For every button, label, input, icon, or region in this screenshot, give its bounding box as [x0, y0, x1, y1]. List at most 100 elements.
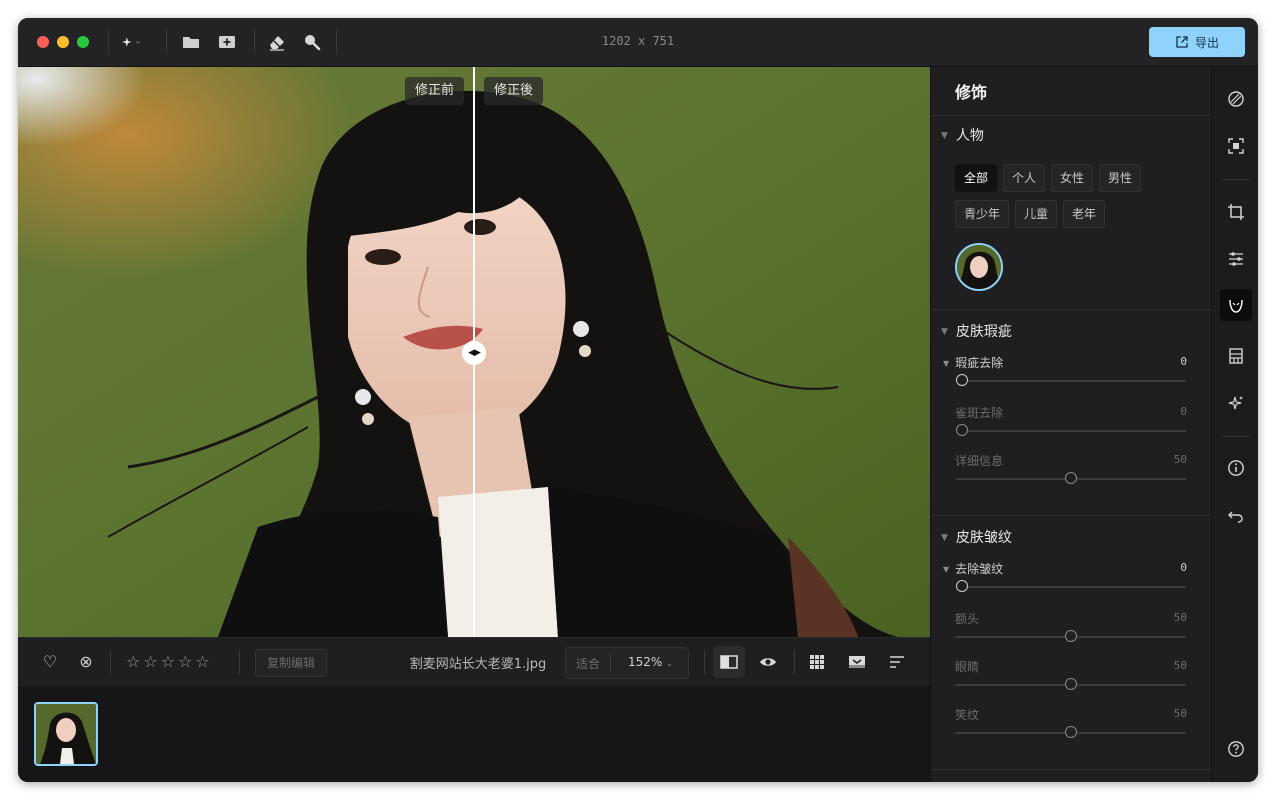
rail-divider: [1222, 179, 1250, 180]
split-drag-handle[interactable]: ◀▶: [462, 341, 486, 365]
chip-child[interactable]: 儿童: [1015, 200, 1058, 228]
slider-blemish-removal-text: 瑕疵去除: [955, 356, 1004, 370]
toolbar-divider: [704, 650, 705, 674]
slider-detail-value: 50: [1173, 453, 1187, 466]
tool-rail: [1211, 67, 1258, 782]
adjust-sliders-icon[interactable]: [1224, 247, 1248, 271]
chip-teen[interactable]: 青少年: [955, 200, 1010, 228]
divider: [931, 769, 1211, 770]
divider: [931, 515, 1211, 516]
chip-female[interactable]: 女性: [1051, 164, 1094, 192]
thumbnail-image: [36, 704, 96, 764]
reject-icon[interactable]: ⊗: [76, 652, 96, 672]
toolbar-divider: [794, 650, 795, 674]
info-icon[interactable]: [1224, 456, 1248, 480]
caret-down-icon: ▼: [941, 131, 948, 141]
app-window: 1202 x 751 导出 修正前 修正後 ◀▶ ♡ ⊗ ☆☆☆☆☆ 复制编辑 …: [18, 18, 1258, 782]
layers-icon[interactable]: [1224, 87, 1248, 111]
retouch-panel: 修饰 ▼ 人物 全部 个人 女性 男性 青少年 儿童 老年 ▼ 皮肤瑕疵 ▼ 瑕疵去除…: [930, 67, 1211, 782]
panel-title: 修饰: [955, 83, 988, 102]
zoom-value[interactable]: 152% ⌄: [628, 655, 673, 669]
before-label: 修正前: [405, 77, 465, 105]
caret-down-icon: ▼: [941, 533, 948, 543]
heart-icon[interactable]: ♡: [40, 652, 60, 672]
undo-icon[interactable]: [1224, 505, 1248, 529]
slider-wrinkle-removal-value: 0: [1180, 561, 1187, 574]
crop-icon[interactable]: [1224, 200, 1248, 224]
slider-freckle-removal-label: 雀斑去除: [955, 406, 1004, 420]
zoom-fit-button[interactable]: 适合: [576, 655, 600, 672]
toolbar-divider: [110, 650, 111, 674]
bottom-toolbar: ♡ ⊗ ☆☆☆☆☆ 复制编辑 割麦网站长大老婆1.jpg 适合 152% ⌄: [18, 637, 930, 687]
eye-icon[interactable]: [758, 652, 778, 672]
slider-smile-lines-knob[interactable]: [1065, 726, 1077, 738]
image-canvas[interactable]: 修正前 修正後 ◀▶: [18, 67, 930, 637]
slider-blemish-removal-label[interactable]: ▼ 瑕疵去除: [943, 354, 1003, 371]
caret-down-icon: ▼: [943, 359, 950, 368]
face-image: [957, 245, 1001, 289]
split-compare-button[interactable]: [713, 646, 745, 678]
magic-icon[interactable]: [1224, 391, 1248, 415]
slider-wrinkle-removal-knob[interactable]: [956, 580, 968, 592]
select-subject-icon[interactable]: [1224, 134, 1248, 158]
slider-eyes-knob[interactable]: [1065, 678, 1077, 690]
divider: [931, 115, 1211, 116]
chip-male[interactable]: 男性: [1099, 164, 1142, 192]
slider-forehead-label: 额头: [955, 612, 980, 626]
caret-down-icon: ▼: [943, 565, 950, 574]
slider-wrinkle-removal-track[interactable]: [956, 586, 1186, 588]
face-retouch-icon[interactable]: [1220, 289, 1252, 321]
filmstrip-toggle-icon[interactable]: [847, 652, 867, 672]
sort-icon[interactable]: [887, 652, 907, 672]
help-icon[interactable]: [1224, 737, 1248, 761]
slider-wrinkle-removal-label[interactable]: ▼ 去除皱纹: [943, 560, 1003, 577]
slider-blemish-removal-knob[interactable]: [956, 374, 968, 386]
chip-all[interactable]: 全部: [955, 164, 998, 192]
slider-forehead-value: 50: [1173, 611, 1187, 624]
copy-edit-button[interactable]: 复制编辑: [255, 649, 327, 677]
split-view-icon: [720, 655, 738, 669]
section-blemish-title: 皮肤瑕疵: [955, 324, 1012, 340]
export-icon: [1176, 36, 1188, 48]
slider-blemish-removal-track[interactable]: [956, 380, 1186, 382]
arrows-left-right-icon: ◀▶: [468, 348, 481, 358]
section-people-header[interactable]: ▼ 人物: [941, 125, 984, 145]
section-wrinkles-header[interactable]: ▼ 皮肤皱纹: [941, 527, 1012, 547]
divider: [931, 309, 1211, 310]
detected-face-avatar[interactable]: [955, 243, 1003, 291]
slider-forehead-knob[interactable]: [1065, 630, 1077, 642]
slider-detail-label: 详细信息: [955, 454, 1004, 468]
zoom-control[interactable]: 适合 152% ⌄: [565, 647, 689, 679]
toolbar-divider: [239, 650, 240, 674]
chip-senior[interactable]: 老年: [1063, 200, 1106, 228]
photo-thumbnail[interactable]: [34, 702, 98, 766]
caret-down-icon: ▼: [941, 327, 948, 337]
slider-smile-lines-value: 50: [1173, 707, 1187, 720]
filmstrip: [18, 686, 930, 782]
slider-freckle-removal-track[interactable]: [956, 430, 1186, 432]
slider-eyes-label: 眼睛: [955, 660, 980, 674]
export-label: 导出: [1194, 35, 1219, 50]
image-dimensions: 1202 x 751: [601, 34, 675, 48]
slider-freckle-removal-knob[interactable]: [956, 424, 968, 436]
grid-view-icon[interactable]: [807, 652, 827, 672]
slider-wrinkle-removal-text: 去除皱纹: [955, 562, 1004, 576]
star-rating[interactable]: ☆☆☆☆☆: [126, 652, 213, 671]
chip-individual[interactable]: 个人: [1003, 164, 1046, 192]
section-wrinkles-title: 皮肤皱纹: [955, 530, 1012, 546]
slider-detail-knob[interactable]: [1065, 472, 1077, 484]
slider-blemish-removal-value: 0: [1180, 355, 1187, 368]
slider-eyes-value: 50: [1173, 659, 1187, 672]
background-icon[interactable]: [1224, 344, 1248, 368]
rail-divider: [1222, 436, 1250, 437]
slider-freckle-removal-value: 0: [1180, 405, 1187, 418]
chevron-down-icon: ⌄: [666, 659, 673, 668]
export-button[interactable]: 导出: [1149, 27, 1245, 57]
zoom-percent: 152%: [628, 655, 663, 669]
title-bar: 1202 x 751 导出: [18, 18, 1258, 67]
after-label: 修正後: [484, 77, 544, 105]
section-blemish-header[interactable]: ▼ 皮肤瑕疵: [941, 321, 1012, 341]
zoom-divider: [610, 654, 611, 672]
slider-smile-lines-label: 笑纹: [955, 708, 980, 722]
file-name: 割麦网站长大老婆1.jpg: [409, 657, 547, 672]
